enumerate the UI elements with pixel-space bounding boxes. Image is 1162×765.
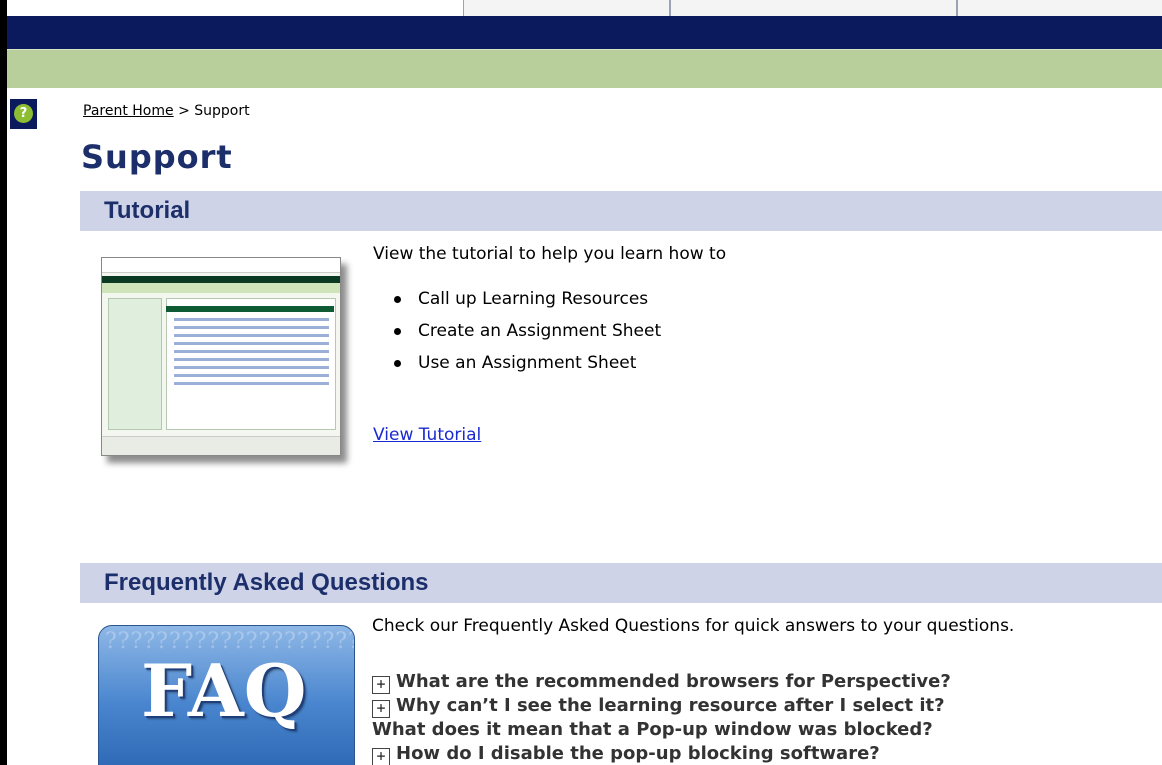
faq-question-list: + What are the recommended browsers for P… — [372, 670, 951, 765]
faq-image-label: FAQ — [141, 648, 307, 733]
faq-question[interactable]: + How do I disable the pop-up blocking so… — [372, 742, 951, 765]
thumb-row — [174, 358, 329, 361]
breadcrumb-parent-home-link[interactable]: Parent Home — [83, 103, 174, 119]
view-tutorial-link[interactable]: View Tutorial — [373, 425, 481, 445]
list-item-label: Create an Assignment Sheet — [418, 321, 662, 341]
faq-section-header: Frequently Asked Questions — [80, 563, 1162, 603]
faq-question-text: Why can’t I see the learning resource af… — [396, 695, 945, 716]
faq-question[interactable]: + Why can’t I see the learning resource a… — [372, 694, 951, 718]
thumb-header — [102, 258, 340, 273]
thumb-row — [174, 366, 329, 369]
breadcrumb: Parent Home > Support — [83, 103, 250, 119]
faq-question-text: What does it mean that a Pop-up window w… — [372, 719, 933, 740]
sub-nav-bar — [7, 49, 1162, 88]
help-icon-glyph: ? — [14, 104, 33, 123]
faq-question[interactable]: What does it mean that a Pop-up window w… — [372, 718, 951, 742]
bullet-dot — [394, 296, 401, 303]
thumb-row — [174, 334, 329, 337]
breadcrumb-current: Support — [194, 103, 250, 119]
breadcrumb-separator: > — [173, 103, 195, 119]
faq-intro-text: Check our Frequently Asked Questions for… — [372, 616, 1015, 636]
browser-page: ? Parent Home > Support Support Tutorial… — [0, 0, 1162, 765]
expand-plus-icon[interactable]: + — [372, 700, 390, 718]
thumb-nav — [102, 276, 340, 283]
help-icon[interactable]: ? — [10, 99, 37, 129]
faq-question[interactable]: + What are the recommended browsers for P… — [372, 670, 951, 694]
tutorial-topics-list: Call up Learning Resources Create an Ass… — [390, 285, 661, 381]
thumb-row — [174, 374, 329, 377]
list-item: Use an Assignment Sheet — [390, 349, 661, 381]
tutorial-section-header: Tutorial — [80, 191, 1162, 231]
list-item: Create an Assignment Sheet — [390, 317, 661, 349]
main-nav-bar — [7, 16, 1162, 49]
thumb-subnav — [102, 283, 340, 293]
thumb-row — [174, 342, 329, 345]
tutorial-intro-text: View the tutorial to help you learn how … — [373, 244, 727, 264]
thumb-table-header — [166, 306, 334, 312]
thumb-sidebar — [108, 298, 162, 430]
list-item-label: Use an Assignment Sheet — [418, 353, 637, 373]
page-title: Support — [81, 138, 233, 176]
expand-plus-icon[interactable]: + — [372, 676, 390, 694]
expand-plus-icon[interactable]: + — [372, 748, 390, 765]
tutorial-screenshot-thumbnail[interactable] — [101, 257, 341, 456]
faq-image: ????????????????????????????????????????… — [98, 625, 355, 765]
list-item: Call up Learning Resources — [390, 285, 661, 317]
thumb-row — [174, 382, 329, 385]
faq-question-text: What are the recommended browsers for Pe… — [396, 671, 951, 692]
thumb-row — [174, 326, 329, 329]
faq-question-text: How do I disable the pop-up blocking sof… — [396, 743, 880, 764]
thumb-row — [174, 318, 329, 321]
top-tab[interactable] — [463, 0, 670, 17]
thumb-footer — [102, 436, 340, 455]
bullet-dot — [394, 360, 401, 367]
top-tab[interactable] — [670, 0, 957, 17]
top-tab[interactable] — [957, 0, 1162, 17]
list-item-label: Call up Learning Resources — [418, 289, 649, 309]
window-left-edge — [0, 0, 7, 765]
tutorial-section-title: Tutorial — [104, 197, 191, 224]
bullet-dot — [394, 328, 401, 335]
faq-section-title: Frequently Asked Questions — [104, 569, 429, 596]
thumb-row — [174, 350, 329, 353]
